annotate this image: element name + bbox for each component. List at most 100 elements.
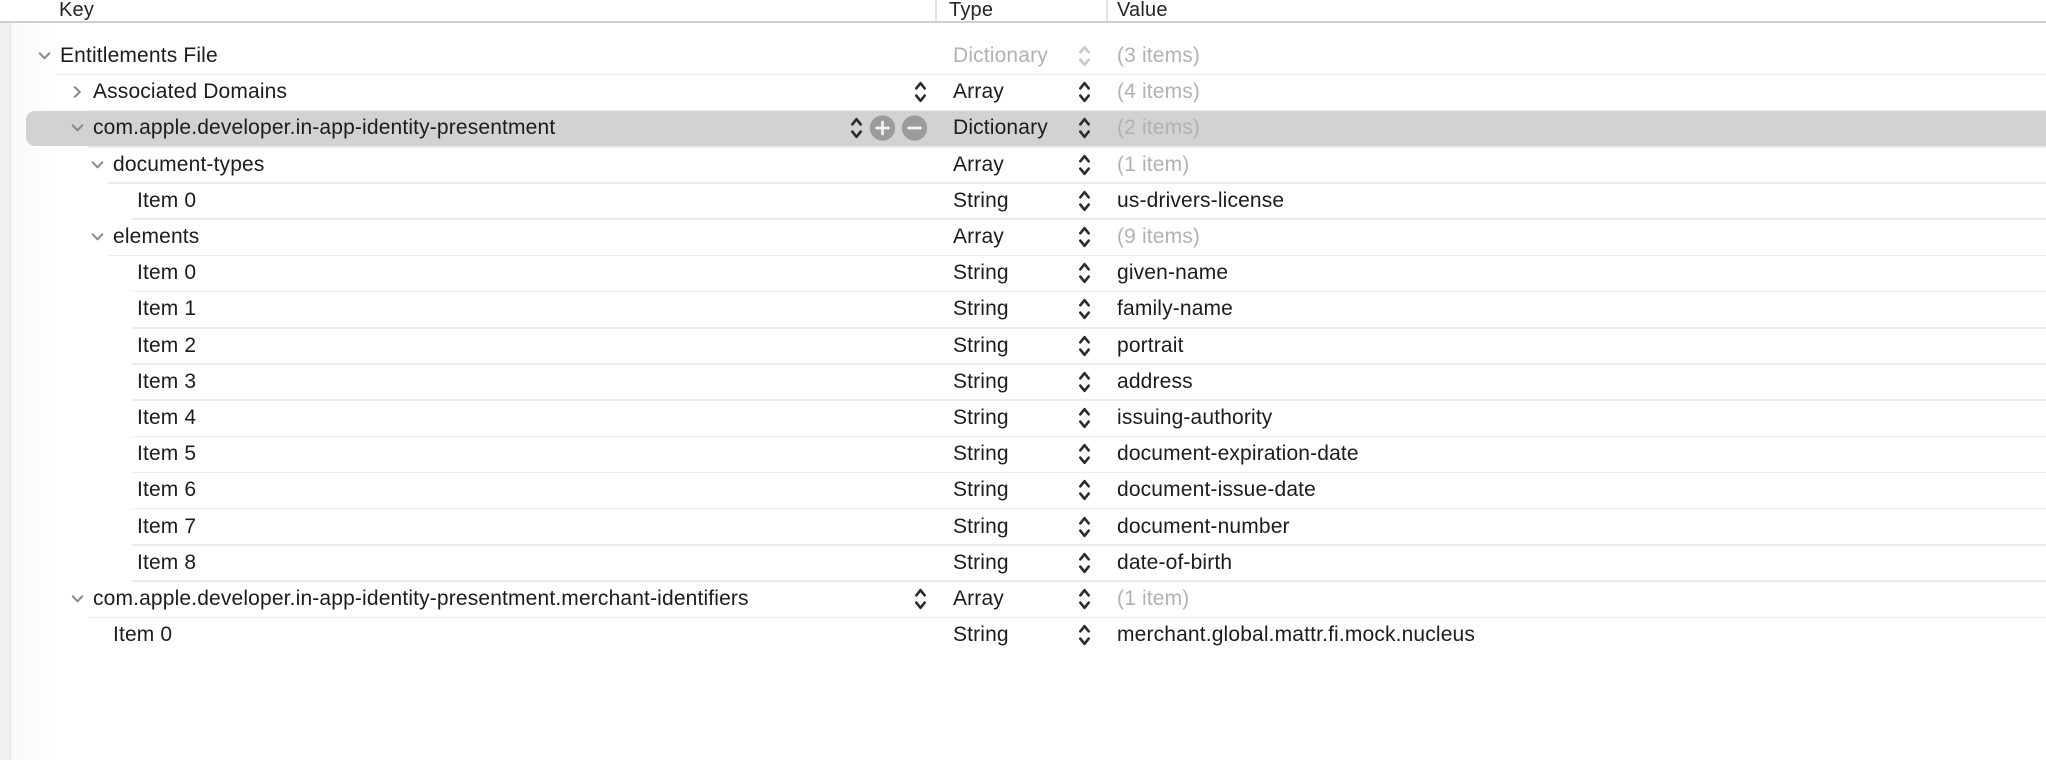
type-cell[interactable]: String [953,478,1009,502]
value-cell[interactable]: (2 items) [1117,116,1200,140]
plist-row[interactable]: Item 6 String document-issue-date [0,472,2046,508]
plist-row[interactable]: Item 5 String document-expiration-date [0,436,2046,472]
remove-row-button[interactable] [901,115,928,142]
key-cell[interactable]: Item 8 [137,551,196,575]
type-cell[interactable]: Dictionary [953,116,1048,140]
type-cell[interactable]: Dictionary [953,44,1048,68]
type-dropdown-stepper-icon[interactable] [1077,187,1092,214]
type-cell[interactable]: String [953,189,1009,213]
type-dropdown-stepper-icon[interactable] [1077,332,1092,359]
value-cell[interactable]: document-issue-date [1117,478,1316,502]
plist-row[interactable]: Associated Domains Array (4 items) [0,74,2046,110]
type-dropdown-stepper-icon[interactable] [1077,477,1092,504]
key-dropdown-stepper-icon[interactable] [913,79,928,106]
type-dropdown-stepper-icon[interactable] [1077,441,1092,468]
plist-row[interactable]: Item 7 String document-number [0,508,2046,544]
type-cell[interactable]: String [953,515,1009,539]
type-dropdown-stepper-icon[interactable] [1077,549,1092,576]
type-dropdown-stepper-icon[interactable] [1077,43,1092,70]
type-cell[interactable]: String [953,261,1009,285]
plist-row[interactable]: Item 3 String address [0,364,2046,400]
key-cell[interactable]: com.apple.developer.in-app-identity-pres… [93,116,555,140]
add-row-button[interactable] [869,115,896,142]
value-cell[interactable]: (1 item) [1117,587,1189,611]
plist-row[interactable]: Item 1 String family-name [0,291,2046,327]
key-cell[interactable]: Item 0 [113,623,172,647]
type-cell[interactable]: String [953,442,1009,466]
type-dropdown-stepper-icon[interactable] [1077,585,1092,612]
type-cell[interactable]: Array [953,587,1004,611]
value-cell[interactable]: portrait [1117,334,1184,358]
plist-row[interactable]: Item 2 String portrait [0,328,2046,364]
type-cell[interactable]: String [953,370,1009,394]
plist-row[interactable]: Item 8 String date-of-birth [0,545,2046,581]
type-dropdown-stepper-icon[interactable] [1077,151,1092,178]
key-cell[interactable]: Item 5 [137,442,196,466]
type-dropdown-stepper-icon[interactable] [1077,622,1092,649]
type-dropdown-stepper-icon[interactable] [1077,296,1092,323]
plist-row[interactable]: com.apple.developer.in-app-identity-pres… [0,581,2046,617]
value-cell[interactable]: (4 items) [1117,80,1200,104]
value-cell[interactable]: address [1117,370,1193,394]
key-cell[interactable]: Item 2 [137,334,196,358]
type-cell[interactable]: String [953,406,1009,430]
plist-row[interactable]: document-types Array (1 item) [0,147,2046,183]
value-cell[interactable]: (9 items) [1117,225,1200,249]
key-cell[interactable]: Associated Domains [93,80,287,104]
type-cell[interactable]: String [953,334,1009,358]
value-cell[interactable]: document-number [1117,515,1290,539]
type-cell[interactable]: String [953,551,1009,575]
type-dropdown-stepper-icon[interactable] [1077,260,1092,287]
value-cell[interactable]: date-of-birth [1117,551,1232,575]
value-cell[interactable]: given-name [1117,261,1228,285]
disclosure-triangle-icon[interactable] [89,229,106,246]
key-cell[interactable]: Item 6 [137,478,196,502]
plist-row[interactable]: Item 0 String merchant.global.mattr.fi.m… [0,617,2046,653]
type-dropdown-stepper-icon[interactable] [1077,224,1092,251]
value-cell[interactable]: us-drivers-license [1117,189,1284,213]
entitlements-plist-editor: Key Type Value Entitlements File Diction… [0,0,2046,760]
value-cell[interactable]: document-expiration-date [1117,442,1359,466]
disclosure-triangle-icon[interactable] [69,590,86,607]
plist-row[interactable]: Item 0 String us-drivers-license [0,183,2046,219]
key-dropdown-stepper-icon[interactable] [913,585,928,612]
value-cell[interactable]: merchant.global.mattr.fi.mock.nucleus [1117,623,1475,647]
type-dropdown-stepper-icon[interactable] [1077,115,1092,142]
plist-row[interactable]: elements Array (9 items) [0,219,2046,255]
type-cell[interactable]: String [953,297,1009,321]
key-cell[interactable]: Item 7 [137,515,196,539]
type-dropdown-stepper-icon[interactable] [1077,368,1092,395]
value-cell[interactable]: issuing-authority [1117,406,1272,430]
key-cell[interactable]: Item 3 [137,370,196,394]
value-cell[interactable]: (3 items) [1117,44,1200,68]
key-cell[interactable]: Item 0 [137,261,196,285]
type-dropdown-stepper-icon[interactable] [1077,79,1092,106]
key-cell[interactable]: Item 0 [137,189,196,213]
type-dropdown-stepper-icon[interactable] [1077,404,1092,431]
type-cell[interactable]: Array [953,80,1004,104]
row-controls [849,115,928,142]
key-cell[interactable]: Entitlements File [60,44,218,68]
disclosure-triangle-icon[interactable] [89,156,106,173]
key-cell[interactable]: Item 4 [137,406,196,430]
disclosure-triangle-icon[interactable] [36,48,53,65]
disclosure-triangle-icon[interactable] [69,84,86,101]
plist-row[interactable]: Entitlements File Dictionary (3 items) [0,38,2046,74]
disclosure-triangle-icon[interactable] [69,120,86,137]
key-cell[interactable]: com.apple.developer.in-app-identity-pres… [93,587,749,611]
type-dropdown-stepper-icon[interactable] [1077,513,1092,540]
value-cell[interactable]: family-name [1117,297,1233,321]
type-cell[interactable]: String [953,623,1009,647]
key-cell[interactable]: Item 1 [137,297,196,321]
type-cell[interactable]: Array [953,225,1004,249]
plist-row[interactable]: Item 0 String given-name [0,255,2046,291]
row-controls [913,79,928,106]
key-cell[interactable]: elements [113,225,199,249]
row-controls [913,585,928,612]
plist-row[interactable]: com.apple.developer.in-app-identity-pres… [0,110,2046,146]
type-cell[interactable]: Array [953,153,1004,177]
key-dropdown-stepper-icon[interactable] [849,115,864,142]
value-cell[interactable]: (1 item) [1117,153,1189,177]
key-cell[interactable]: document-types [113,153,265,177]
plist-row[interactable]: Item 4 String issuing-authority [0,400,2046,436]
